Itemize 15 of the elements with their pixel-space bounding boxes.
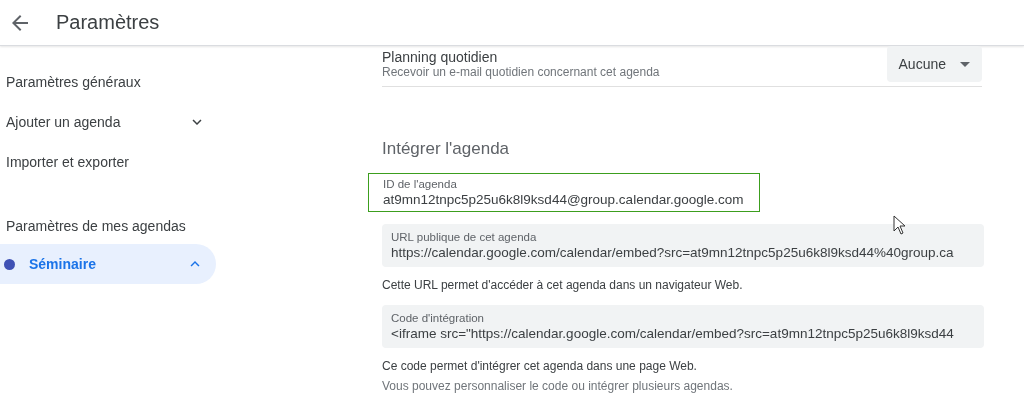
sidebar-item[interactable]: Séminaire xyxy=(0,244,216,284)
section-title: Intégrer l'agenda xyxy=(382,139,511,159)
section-heading: Paramètres de mes agendas xyxy=(5,217,187,236)
text-field[interactable]: URL publique de cet agenda https://calendar.google.com/calendar/embed?src=at9mn12tnpc5p25u6k8l9ksd44%40group.ca xyxy=(382,224,984,267)
setting-title: Planning quotidien xyxy=(382,49,499,65)
text-field[interactable]: Code d'intégration <iframe src="https://calendar.google.com/calendar/embed?src=at9mn12tnpc5p25u6k8l9ksd44 xyxy=(382,305,984,348)
mouse-pointer-icon xyxy=(893,215,907,235)
help-text: Vous pouvez personnaliser le code ou intégrer plusieurs agendas. xyxy=(382,378,734,395)
dropdown-caret-icon xyxy=(960,61,970,67)
help-text: Ce code permet d'intégrer cet agenda dans une page Web. xyxy=(382,358,698,375)
help-text: Cette URL permet d'accéder à cet agenda dans un navigateur Web. xyxy=(382,277,744,294)
page-title: Paramètres xyxy=(56,11,160,34)
text-field[interactable]: ID de l'agenda at9mn12tnpc5p25u6k8l9ksd44@group.calendar.google.com xyxy=(368,173,761,212)
setting-description: Recevoir un e-mail quotidien concernant cet agenda xyxy=(382,65,660,79)
dropdown[interactable]: Aucune xyxy=(886,46,982,82)
